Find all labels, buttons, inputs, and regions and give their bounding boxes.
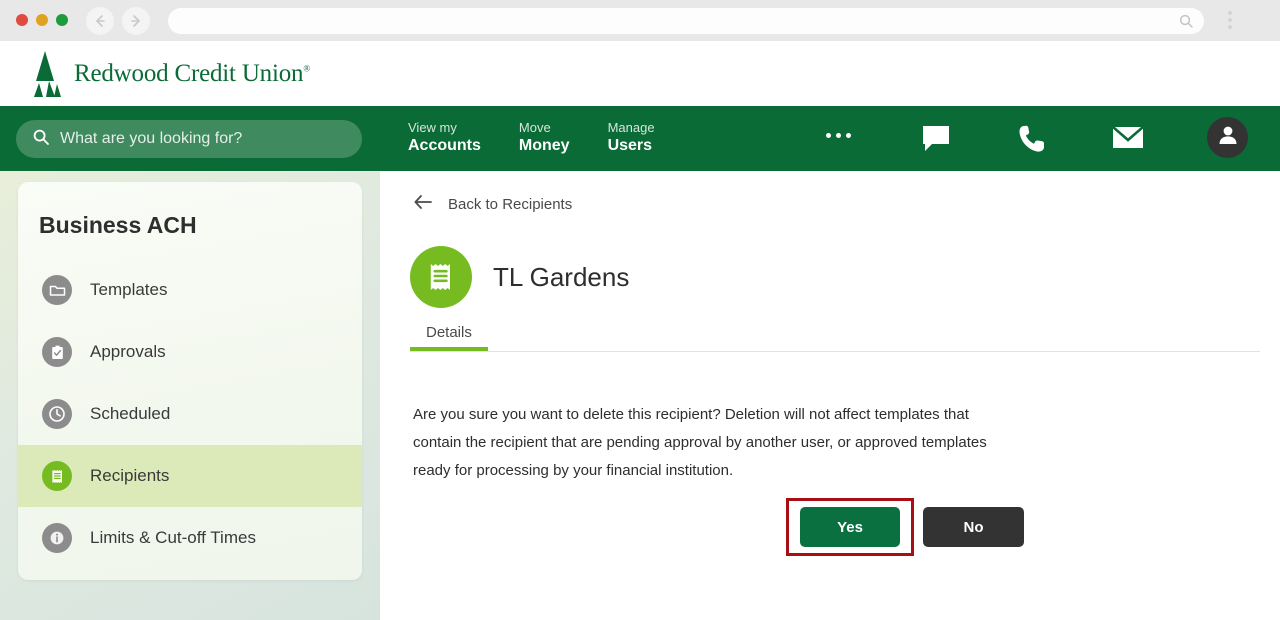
site-search[interactable] [16,120,362,158]
envelope-icon [1112,126,1144,154]
sidebar-item-approvals-label: Approvals [90,342,166,361]
sidebar-menu: Templates Approvals Scheduled Recipients… [18,259,362,569]
clock-icon [42,399,72,429]
nav-item-manage-users-top: Manage [607,120,655,135]
back-to-recipients-link[interactable]: Back to Recipients [413,193,572,216]
nav-item-accounts-top: View my [408,120,457,135]
sidebar-item-scheduled-label: Scheduled [90,404,171,423]
page-title: TL Gardens [493,261,630,292]
brand-name-text: Redwood Credit Union [74,59,304,87]
window-controls [16,14,68,26]
tab-details[interactable]: Details [410,324,488,351]
nav-item-move-money-top: Move [518,120,551,135]
main-content: Back to Recipients TL Gardens Details Ar… [380,171,1280,620]
phone-button[interactable] [1018,124,1046,159]
user-avatar-icon [1216,123,1240,152]
arrow-left-icon [413,193,433,216]
sidebar-item-scheduled[interactable]: Scheduled [18,383,362,445]
receipt-icon [42,461,72,491]
browser-forward-button[interactable] [122,7,150,35]
phone-icon [1018,125,1046,158]
nav-item-manage-users[interactable]: Manage Users [608,120,655,156]
sidebar-item-approvals[interactable]: Approvals [18,321,362,383]
browser-chrome [0,0,1280,41]
brand-logo[interactable]: Redwood Credit Union® [30,50,310,97]
folder-icon [42,275,72,305]
sidebar-item-templates-label: Templates [90,280,168,299]
sidebar-title: Business ACH [39,212,197,238]
mail-button[interactable] [1112,124,1144,155]
minimize-window-button[interactable] [36,14,48,26]
clipboard-check-icon [42,337,72,367]
close-window-button[interactable] [16,14,28,26]
redwood-tree-logo [30,50,64,97]
nav-menu: View my Accounts Move Money Manage Users [408,120,693,156]
ellipsis-icon[interactable] [826,133,851,138]
arrow-right-icon [128,13,144,29]
maximize-window-button[interactable] [56,14,68,26]
nav-item-move-money-label: Money [518,137,570,155]
sidebar-item-templates[interactable]: Templates [18,259,362,321]
address-bar[interactable] [168,8,1204,34]
tab-divider [410,351,1260,352]
tab-details-label: Details [426,324,472,341]
nav-item-accounts-label: Accounts [408,137,481,155]
chat-button[interactable] [920,124,952,159]
nav-item-manage-users-label: Users [607,137,653,155]
brand-name: Redwood Credit Union® [74,60,310,88]
account-button[interactable] [1207,117,1248,158]
yes-button[interactable]: Yes [800,507,900,547]
chat-bubble-icon [920,126,952,158]
sidebar-item-recipients[interactable]: Recipients [18,445,362,507]
tab-bar: Details [410,324,1260,352]
kebab-menu-icon[interactable] [1228,11,1232,29]
page-body: Business ACH Templates Approvals Schedul… [0,171,1280,620]
brand-trademark: ® [303,63,310,74]
search-input[interactable] [60,130,348,148]
arrow-left-icon [92,13,108,29]
search-icon [1178,13,1194,34]
nav-item-move-money[interactable]: Move Money [519,120,570,156]
sidebar-card: Business ACH Templates Approvals Schedul… [18,182,362,580]
no-button[interactable]: No [923,507,1024,547]
browser-back-button[interactable] [86,7,114,35]
sidebar-item-limits-cutoff-times[interactable]: Limits & Cut-off Times [18,507,362,569]
info-icon [42,523,72,553]
sidebar-item-recipients-label: Recipients [90,466,170,485]
tab-row: Details [410,324,1260,351]
site-header: Redwood Credit Union® [0,41,1280,106]
search-icon [32,128,50,151]
sidebar-item-limits-cutoff-times-label: Limits & Cut-off Times [90,528,256,547]
recipient-header: TL Gardens [410,246,629,308]
confirmation-message: Are you sure you want to delete this rec… [413,406,987,479]
sidebar: Business ACH Templates Approvals Schedul… [0,171,380,620]
back-to-recipients-label: Back to Recipients [448,196,573,213]
receipt-icon [410,246,472,308]
nav-item-accounts[interactable]: View my Accounts [408,120,481,156]
